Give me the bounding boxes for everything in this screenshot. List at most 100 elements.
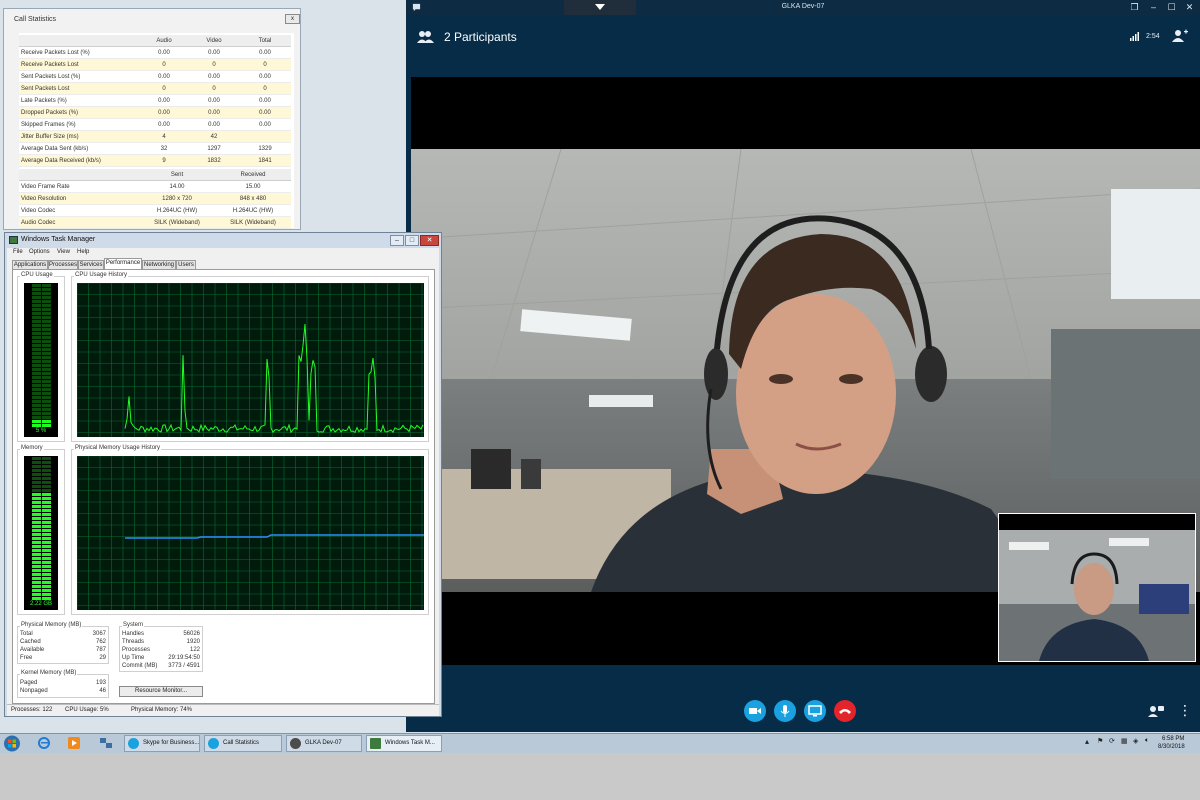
meter-segment (42, 388, 51, 391)
menu-view[interactable]: View (57, 249, 70, 255)
taskbar-item-task-manager[interactable]: Windows Task M... (366, 735, 442, 752)
tab-services[interactable]: Services (78, 260, 104, 269)
clock-time[interactable]: 6:58 PM (1162, 736, 1184, 742)
cpu-usage-meter: 5 % (24, 283, 58, 437)
network-icon[interactable] (98, 736, 114, 750)
stat-value: 0.00 (239, 94, 291, 107)
meter-segment (32, 461, 41, 464)
physical-memory-title: Physical Memory (MB) (20, 622, 83, 628)
field-value: 193 (95, 680, 106, 686)
meter-segment (32, 517, 41, 520)
stat-label: Audio Codec (19, 216, 139, 229)
conversation-icon[interactable] (1148, 704, 1164, 718)
meter-segment (42, 344, 51, 347)
media-player-icon[interactable] (66, 736, 82, 750)
mute-button[interactable] (774, 700, 796, 722)
add-person-icon[interactable] (1172, 28, 1188, 44)
hang-up-button[interactable] (834, 700, 856, 722)
resource-monitor-button[interactable]: Resource Monitor... (119, 686, 203, 697)
status-processes: Processes: 122 (11, 707, 53, 713)
column-header: Sent (139, 169, 215, 181)
clock-date[interactable]: 8/30/2018 (1158, 744, 1185, 750)
stat-value: 0.00 (189, 94, 239, 107)
meter-segment (32, 288, 41, 291)
flag-icon[interactable]: ⚑ (1097, 737, 1103, 745)
participants-count[interactable]: 2 Participants (444, 30, 517, 44)
meter-segment (32, 493, 41, 496)
share-screen-button[interactable] (804, 700, 826, 722)
menu-options[interactable]: Options (29, 249, 50, 255)
minimize-button[interactable]: – (390, 235, 404, 246)
meter-segment (42, 420, 51, 423)
call-controls (406, 700, 1200, 724)
meter-segment (42, 408, 51, 411)
maximize-button[interactable]: □ (405, 235, 419, 246)
network-tray-icon[interactable]: ▦ (1121, 737, 1128, 745)
meter-segment (32, 505, 41, 508)
meter-segment (32, 541, 41, 544)
table-row: Skipped Frames (%) 0.00 0.00 0.00 (19, 118, 291, 131)
meter-segment (32, 565, 41, 568)
meter-segment (42, 404, 51, 407)
tab-networking[interactable]: Networking (142, 260, 176, 269)
meter-segment (42, 380, 51, 383)
stat-value: 9 (139, 154, 189, 167)
menu-file[interactable]: File (13, 249, 23, 255)
close-button[interactable]: x (285, 14, 300, 24)
field-label: Handles (122, 631, 145, 637)
meter-segment (42, 541, 51, 544)
more-options-icon[interactable]: ⋮ (1178, 702, 1192, 718)
meter-segment (32, 328, 41, 331)
taskbar-item-glka-dev[interactable]: GLKA Dev-07 (286, 735, 362, 752)
column-header: Total (239, 35, 291, 47)
tab-users[interactable]: Users (176, 260, 196, 269)
taskbar-item-call-statistics[interactable]: Call Statistics (204, 735, 282, 752)
maximize-icon[interactable]: ☐ (1166, 2, 1177, 13)
meter-segment (32, 348, 41, 351)
close-icon[interactable]: ✕ (1184, 2, 1195, 13)
security-icon[interactable]: ◈ (1133, 737, 1138, 745)
minimize-icon[interactable]: – (1148, 2, 1159, 13)
hang-up-icon (839, 709, 851, 714)
table-row: Sent Packets Lost 0 0 0 (19, 82, 291, 95)
internet-explorer-icon[interactable] (36, 736, 52, 750)
task-manager-icon (9, 236, 18, 244)
cpu-usage-value: 5 % (35, 428, 47, 434)
tab-processes[interactable]: Processes (48, 260, 78, 269)
meter-segment (42, 573, 51, 576)
meter-segment (32, 296, 41, 299)
field-value: 56026 (183, 631, 200, 637)
tab-performance[interactable]: Performance (104, 258, 142, 269)
meter-segment (42, 553, 51, 556)
taskbar: Skype for Business... Call Statistics GL… (0, 733, 1200, 753)
kernel-memory-group: Kernel Memory (MB) Paged 193 Nonpaged 46 (17, 670, 109, 698)
meter-segment (32, 569, 41, 572)
meter-segment (32, 308, 41, 311)
meter-segment (32, 593, 41, 596)
stat-label: Video Resolution (19, 192, 139, 205)
tab-applications[interactable]: Applications (12, 260, 48, 269)
meter-segment (32, 533, 41, 536)
meter-segment (32, 352, 41, 355)
volume-icon[interactable]: 🔈︎ (1145, 737, 1149, 745)
chevron-up-icon[interactable]: ▴ (1085, 737, 1089, 746)
memory-value: 2.22 GB (29, 601, 52, 607)
sync-icon[interactable]: ⟳ (1109, 737, 1115, 745)
field-value: 762 (95, 639, 106, 645)
window-title: Call Statistics (14, 16, 57, 23)
taskbar-item-skype[interactable]: Skype for Business... (124, 735, 200, 752)
meter-segment (32, 324, 41, 327)
stat-label: Average Data Sent (kb/s) (19, 142, 139, 155)
menu-help[interactable]: Help (77, 249, 89, 255)
cpu-usage-title: CPU Usage (20, 272, 54, 278)
video-button[interactable] (744, 700, 766, 722)
meter-segment (42, 352, 51, 355)
field-value: 46 (99, 688, 106, 694)
windows-start-icon[interactable] (3, 735, 21, 752)
field-label: Commit (MB) (122, 663, 158, 669)
restore-icon[interactable]: ❐ (1129, 2, 1140, 13)
participants-icon[interactable] (416, 28, 434, 46)
close-button[interactable]: ✕ (420, 235, 439, 246)
monitor-icon (808, 705, 822, 717)
kernel-memory-nonpaged: Nonpaged 46 (20, 688, 106, 696)
